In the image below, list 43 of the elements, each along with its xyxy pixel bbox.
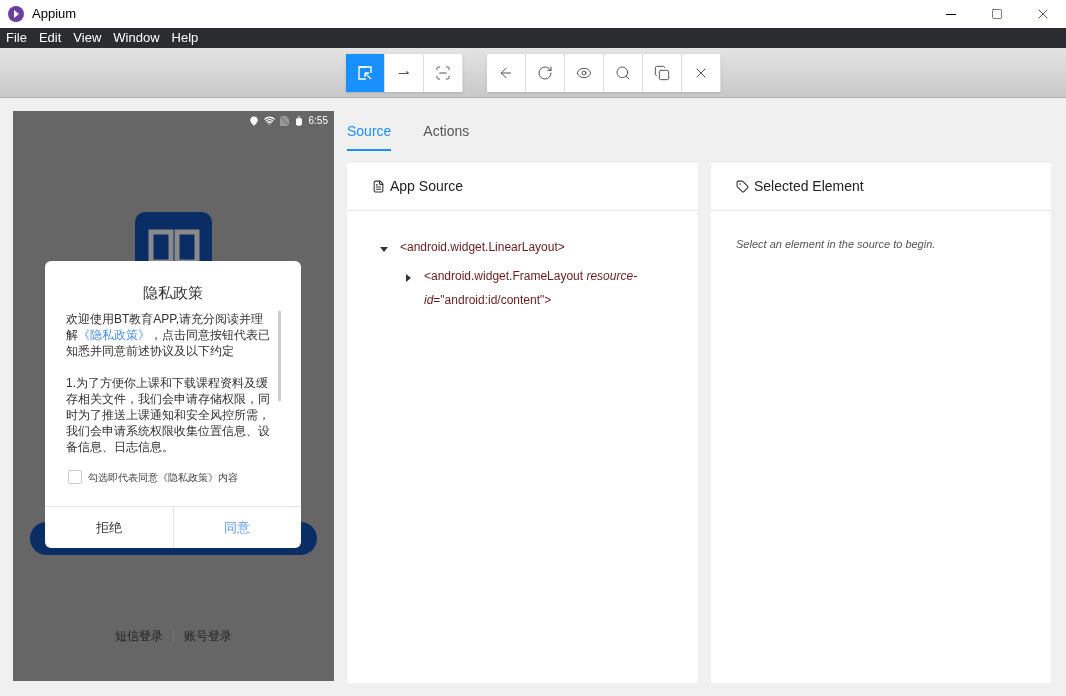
dialog-text: 欢迎使用BT教育APP,请充分阅读并理解《隐私政策》，点击同意按钮代表已知悉并同意前述协议及以下约定 [66, 310, 271, 359]
tag-icon [736, 180, 749, 193]
checkbox[interactable] [68, 470, 82, 484]
scan-icon [434, 64, 451, 81]
toolbar-button[interactable] [423, 53, 463, 92]
minimize-icon [946, 13, 956, 15]
caret-right-icon[interactable] [404, 274, 412, 282]
dialog-title: 隐私政策 [142, 283, 204, 303]
swipe-icon [398, 71, 409, 74]
tree-node[interactable]: <android.widget.LinearLayout> [400, 235, 565, 259]
menu-item[interactable]: File [6, 28, 27, 48]
menu-item[interactable]: View [73, 28, 102, 48]
select-icon [356, 64, 373, 81]
panel-title: App Source [390, 177, 464, 196]
dialog-text: 1.为了方便你上课和下载课程资料及缓存相关文件，我们会申请存储权限，同时为了推送上课通知和安全风控所需，我们会申请系统权限收集位置信息、设备信息、日志信息。 [66, 374, 271, 455]
toolbar-button[interactable] [345, 53, 385, 92]
location-icon [248, 115, 259, 126]
menu-item[interactable]: Edit [38, 28, 62, 48]
document-icon [372, 180, 385, 193]
panel-title: Selected Element [754, 177, 864, 196]
refresh-icon [536, 64, 553, 81]
toolbar-button[interactable] [603, 53, 643, 92]
toolbar-button[interactable] [564, 53, 604, 92]
battery-icon [293, 115, 304, 126]
status-time: 6:55 [308, 115, 328, 126]
tab[interactable]: Actions [423, 121, 470, 151]
copy-icon [653, 64, 670, 81]
search-icon [614, 64, 631, 81]
hint-text: Select an element in the source to begin. [735, 237, 937, 252]
maximize-icon [991, 8, 1003, 20]
window-title: Appium [32, 5, 77, 24]
toolbar-button[interactable] [642, 53, 682, 92]
toolbar-button[interactable] [525, 53, 565, 92]
menu-item[interactable]: Help [171, 28, 199, 48]
wifi-icon [263, 115, 275, 126]
no-sim-icon [279, 115, 289, 126]
caret-down-icon[interactable] [380, 245, 388, 253]
privacy-link[interactable]: 《隐私政策》 [78, 327, 150, 342]
checkbox-label: 勾选即代表同意《隐私政策》内容 [88, 470, 238, 485]
menu-item[interactable]: Window [113, 28, 160, 48]
dialog-button[interactable]: 拒绝 [45, 507, 173, 548]
tree-node[interactable]: <android.widget.FrameLayout resource-id="android:id/content"> [424, 264, 658, 312]
app-logo-icon [8, 6, 24, 22]
